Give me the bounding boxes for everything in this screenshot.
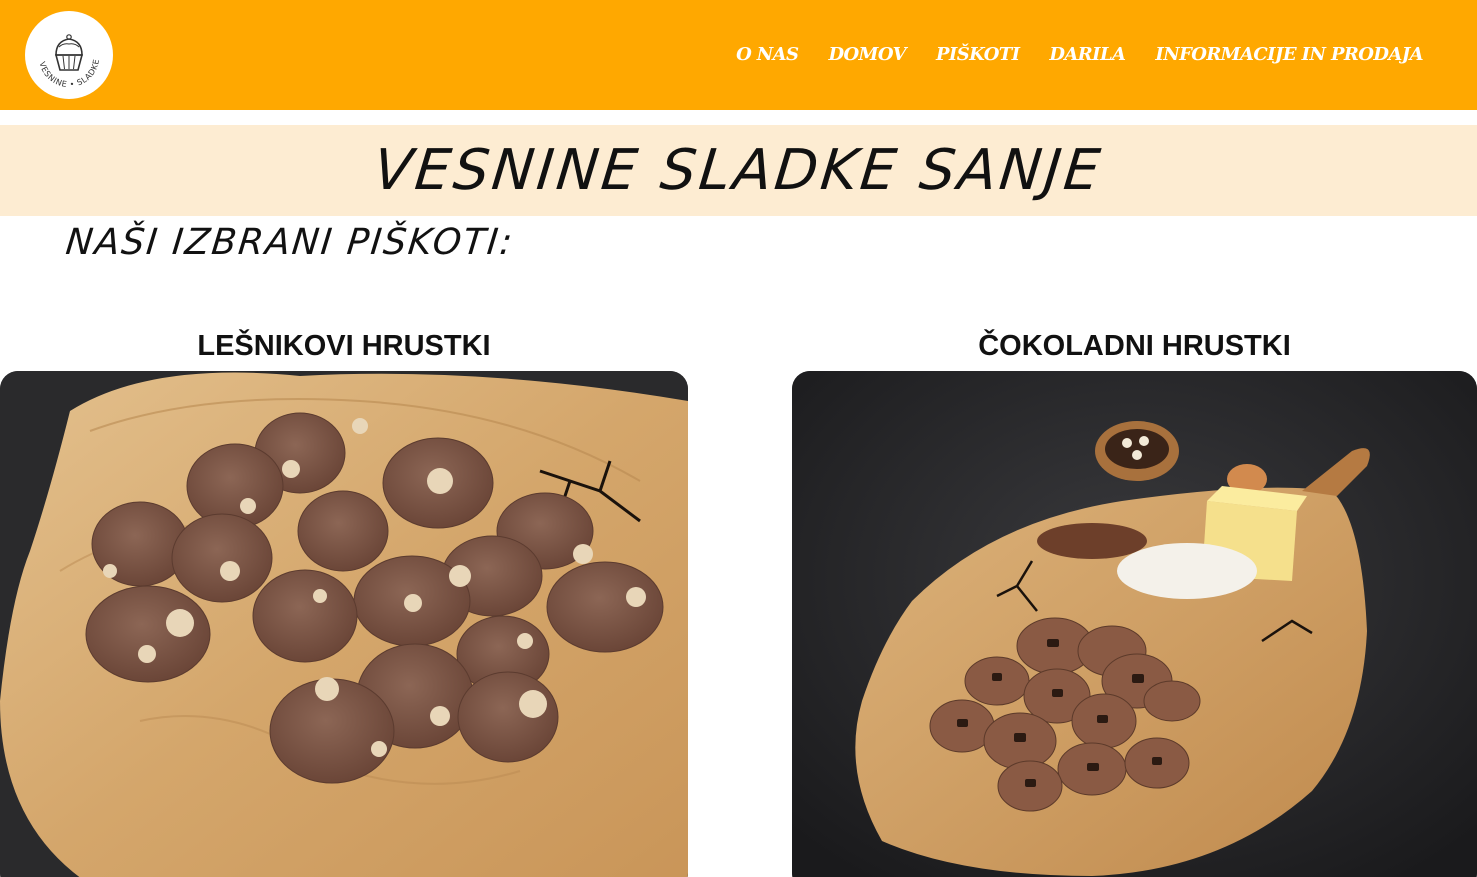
nav-item-o-nas[interactable]: O NAS: [736, 44, 799, 65]
product-title: LEŠNIKOVI HRUSTKI: [197, 330, 491, 362]
title-band: VESNINE SLADKE SANJE: [0, 125, 1477, 216]
nav-item-piskoti[interactable]: PIŠKOTI: [936, 44, 1020, 65]
site-logo[interactable]: VESNINE • SLADKE • SANJE: [25, 11, 113, 99]
main-nav: O NAS DOMOV PIŠKOTI DARILA INFORMACIJE I…: [736, 40, 1424, 68]
site-title: VESNINE SLADKE SANJE: [370, 138, 1107, 203]
nav-item-domov[interactable]: DOMOV: [828, 44, 906, 65]
section-heading: NAŠI IZBRANI PIŠKOTI:: [63, 222, 517, 263]
nav-item-informacije-in-prodaja[interactable]: INFORMACIJE IN PRODAJA: [1155, 44, 1423, 65]
site-header: VESNINE • SLADKE • SANJE O NAS DOMOV PIŠ…: [0, 0, 1477, 110]
product-card-cokoladni[interactable]: ČOKOLADNI HRUSTKI: [792, 326, 1477, 877]
product-title: ČOKOLADNI HRUSTKI: [978, 330, 1291, 362]
product-image-chocolate-cookies[interactable]: [792, 371, 1477, 877]
product-card-lesnikovi[interactable]: LEŠNIKOVI HRUSTKI: [0, 326, 688, 877]
cupcake-icon: VESNINE • SLADKE • SANJE: [25, 11, 112, 98]
product-image-hazelnut-cookies[interactable]: [0, 371, 688, 877]
nav-item-darila[interactable]: DARILA: [1049, 44, 1126, 65]
